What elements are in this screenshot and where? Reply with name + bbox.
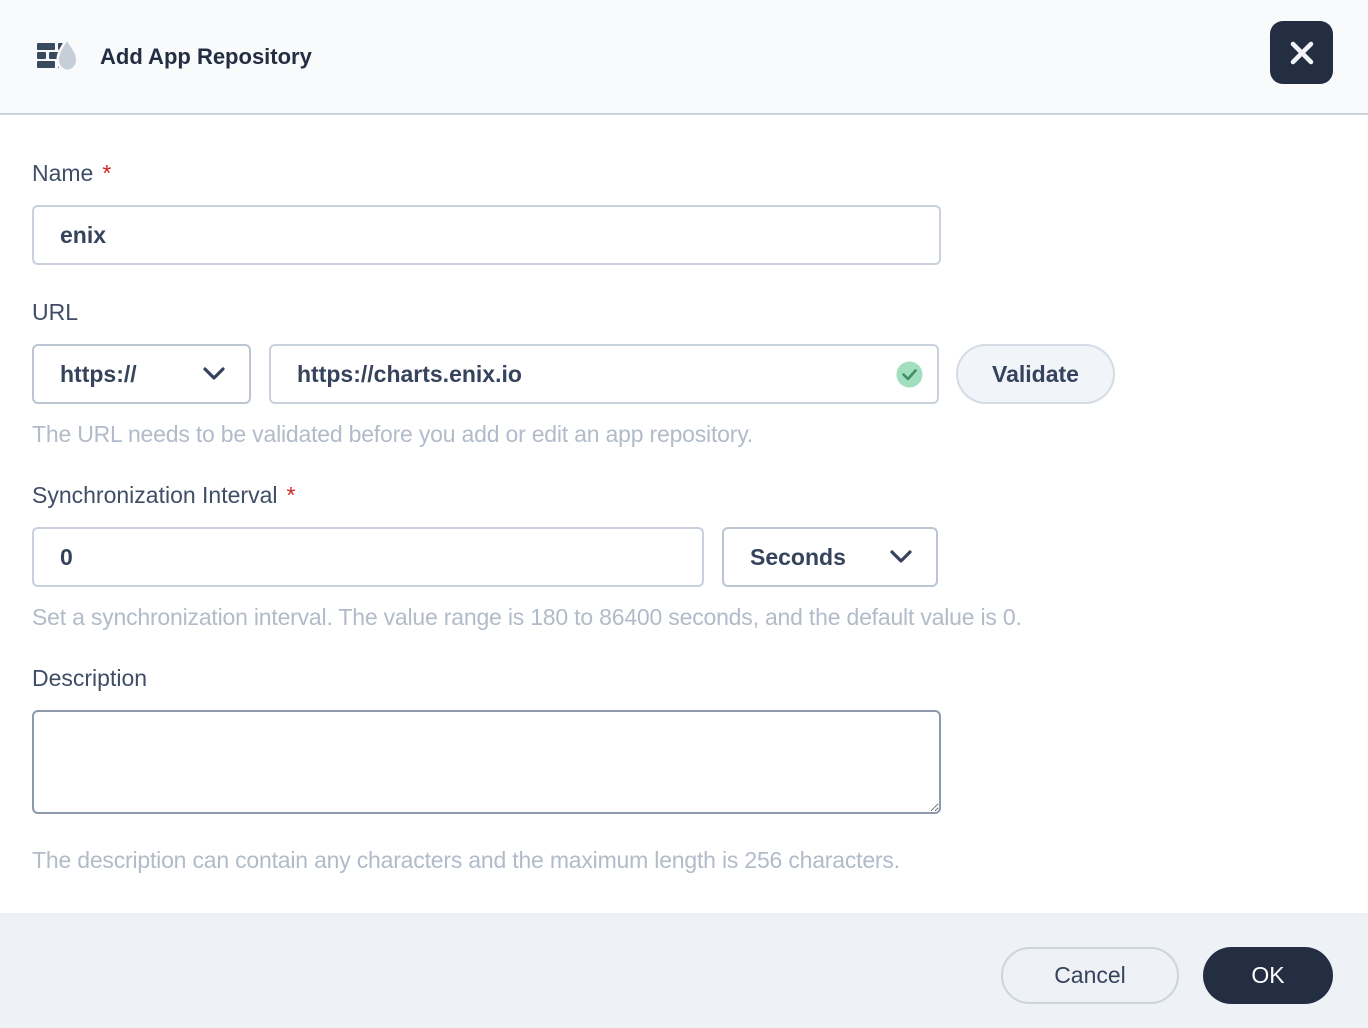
sync-interval-row: Seconds (32, 527, 1336, 587)
required-asterisk: * (102, 160, 111, 187)
name-label-text: Name (32, 160, 93, 187)
description-helper-text: The description can contain any characte… (32, 847, 1336, 874)
validate-button[interactable]: Validate (956, 344, 1115, 404)
url-helper-text: The URL needs to be validated before you… (32, 421, 1336, 448)
name-label: Name * (32, 160, 1336, 187)
chevron-down-icon (890, 550, 912, 564)
dialog-header: Add App Repository (0, 0, 1368, 115)
time-unit-select[interactable]: Seconds (722, 527, 938, 587)
sync-interval-input[interactable] (32, 527, 704, 587)
dialog-title: Add App Repository (100, 44, 312, 70)
check-circle-icon (896, 361, 923, 388)
close-button[interactable] (1270, 21, 1333, 84)
required-asterisk: * (286, 482, 295, 509)
ok-button[interactable]: OK (1203, 947, 1333, 1004)
scheme-select-value: https:// (60, 361, 137, 388)
app-repository-icon (36, 40, 78, 74)
chevron-down-icon (203, 367, 225, 381)
url-label-text: URL (32, 299, 78, 326)
time-unit-select-value: Seconds (750, 544, 846, 571)
sync-interval-label: Synchronization Interval * (32, 482, 1336, 509)
description-textarea[interactable] (32, 710, 941, 814)
cancel-button[interactable]: Cancel (1001, 947, 1179, 1004)
url-label: URL (32, 299, 1336, 326)
name-input[interactable] (32, 205, 941, 265)
description-label: Description (32, 665, 1336, 692)
add-app-repository-dialog: Add App Repository Name * URL https:// (0, 0, 1368, 1028)
scheme-select[interactable]: https:// (32, 344, 251, 404)
sync-interval-label-text: Synchronization Interval (32, 482, 277, 509)
url-input-wrapper (269, 344, 939, 404)
sync-interval-helper-text: Set a synchronization interval. The valu… (32, 604, 1336, 631)
dialog-body: Name * URL https:// Validate (0, 115, 1368, 913)
url-input[interactable] (271, 346, 896, 402)
close-icon (1286, 37, 1318, 69)
description-label-text: Description (32, 665, 147, 692)
dialog-footer: Cancel OK (0, 913, 1368, 1028)
url-row: https:// Validate (32, 344, 1336, 404)
